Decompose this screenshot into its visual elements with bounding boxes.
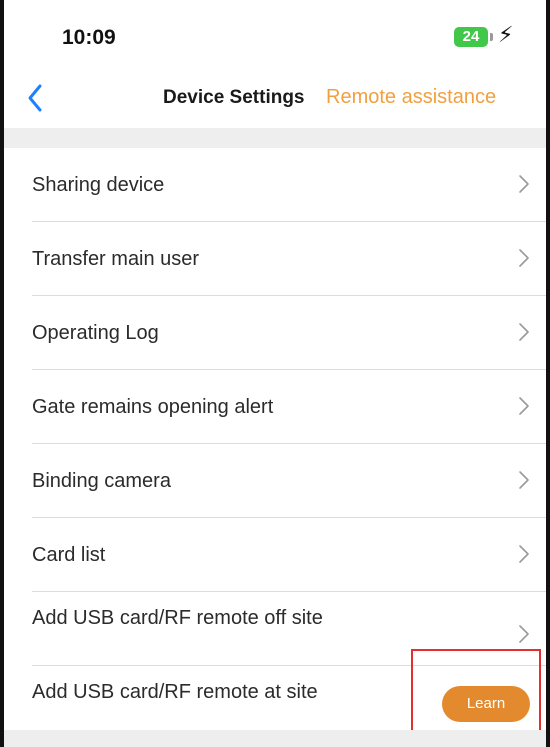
bottom-strip (4, 730, 546, 747)
chevron-right-icon (519, 249, 529, 267)
section-separator (4, 128, 546, 148)
learn-button[interactable]: Learn (442, 686, 530, 722)
row-label: Add USB card/RF remote at site (32, 681, 318, 703)
card-list-row[interactable]: Card list (4, 518, 546, 592)
row-label: Sharing device (32, 174, 165, 196)
row-label: Transfer main user (32, 248, 200, 270)
row-label: Add USB card/RF remote off site (32, 607, 323, 629)
remote-assistance-link[interactable]: Remote assistance (326, 86, 496, 109)
chevron-right-icon (519, 545, 529, 563)
status-time: 10:09 (62, 26, 116, 49)
battery-cap (490, 33, 493, 41)
add-card-at-site-row: Add USB card/RF remote at site Learn (4, 666, 546, 740)
settings-list: Sharing device Transfer main user Operat… (4, 148, 546, 740)
row-label: Card list (32, 544, 106, 566)
operating-log-row[interactable]: Operating Log (4, 296, 546, 370)
chevron-right-icon (519, 625, 529, 643)
back-button[interactable] (22, 78, 52, 118)
chevron-right-icon (519, 323, 529, 341)
binding-camera-row[interactable]: Binding camera (4, 444, 546, 518)
row-label: Binding camera (32, 470, 171, 492)
sharing-device-row[interactable]: Sharing device (4, 148, 546, 222)
row-label: Operating Log (32, 322, 159, 344)
chevron-right-icon (519, 397, 529, 415)
gate-alert-row[interactable]: Gate remains opening alert (4, 370, 546, 444)
charging-bolt-icon: ⚡︎ (498, 22, 514, 47)
add-card-off-site-row[interactable]: Add USB card/RF remote off site (4, 592, 546, 666)
chevron-right-icon (519, 471, 529, 489)
transfer-main-user-row[interactable]: Transfer main user (4, 222, 546, 296)
page-title: Device Settings (163, 87, 305, 108)
row-label: Gate remains opening alert (32, 396, 274, 418)
status-bar: 10:09 24 ⚡︎ (0, 0, 550, 78)
chevron-right-icon (519, 175, 529, 193)
chevron-left-icon (28, 84, 42, 112)
battery-icon: 24 (454, 27, 488, 47)
nav-bar: Device Settings Remote assistance (0, 78, 550, 124)
